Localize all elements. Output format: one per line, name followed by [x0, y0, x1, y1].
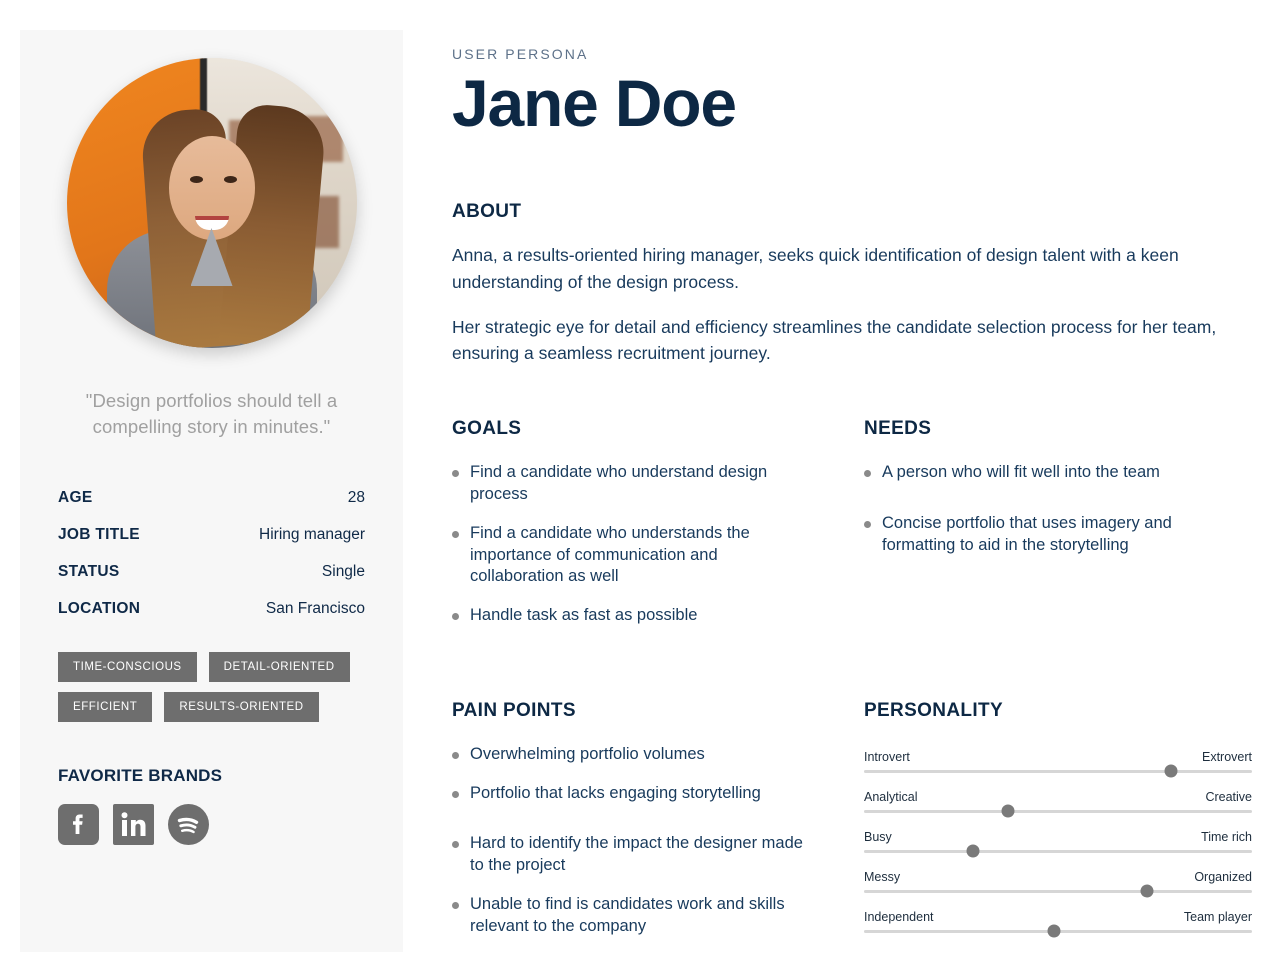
goals-section: GOALS Find a candidate who understand de…	[452, 418, 864, 644]
goals-heading: GOALS	[452, 418, 522, 440]
pain-personality-row: PAIN POINTS Overwhelming portfolio volum…	[452, 700, 1252, 955]
slider-label-left: Independent	[864, 909, 934, 924]
slider-label-left: Messy	[864, 869, 901, 884]
attribute-label: AGE	[58, 488, 93, 506]
slider-label-right: Team player	[1183, 909, 1252, 924]
trait-tag-detail-oriented[interactable]: DETAIL-ORIENTED	[208, 651, 350, 682]
attribute-label: LOCATION	[58, 599, 141, 617]
slider-label-left: Busy	[864, 829, 892, 844]
slider-track[interactable]	[864, 924, 1252, 938]
slider-knob[interactable]	[1001, 804, 1015, 818]
attribute-table: AGE 28 JOB TITLE Hiring manager STATUS S…	[58, 489, 365, 618]
personality-slider-busy-time-rich: Busy Time rich	[864, 829, 1252, 858]
slider-label-left: Analytical	[864, 789, 918, 804]
personality-slider-list: Introvert Extrovert Analytical Creative	[864, 749, 1252, 938]
personality-heading: PERSONALITY	[864, 699, 1003, 721]
personality-slider-independent-team-player: Independent Team player	[864, 909, 1252, 938]
slider-knob[interactable]	[966, 844, 980, 858]
pain-points-section: PAIN POINTS Overwhelming portfolio volum…	[452, 700, 864, 955]
needs-heading: NEEDS	[864, 418, 932, 440]
attribute-row-status: STATUS Single	[58, 563, 365, 581]
attribute-label: JOB TITLE	[58, 525, 140, 543]
needs-section: NEEDS A person who will fit well into th…	[864, 418, 1252, 644]
slider-label-right: Extrovert	[1201, 749, 1252, 764]
attribute-value: San Francisco	[265, 599, 365, 617]
slider-knob[interactable]	[1164, 764, 1178, 778]
about-heading: ABOUT	[452, 201, 522, 223]
slider-track[interactable]	[864, 884, 1252, 898]
avatar	[66, 58, 357, 348]
pain-points-list: Overwhelming portfolio volumes Portfolio…	[452, 744, 864, 938]
list-item: A person who will fit well into the team	[864, 462, 1216, 484]
attribute-value: Single	[321, 562, 365, 580]
attribute-value: 28	[347, 488, 365, 506]
persona-main-content: USER PERSONA Jane Doe ABOUT Anna, a resu…	[452, 30, 1252, 954]
slider-knob[interactable]	[1140, 884, 1154, 898]
goals-list: Find a candidate who understand design p…	[452, 462, 864, 627]
about-section: ABOUT Anna, a results-oriented hiring ma…	[452, 201, 1252, 366]
about-paragraph-1: Anna, a results-oriented hiring manager,…	[452, 245, 1179, 292]
attribute-row-job-title: JOB TITLE Hiring manager	[58, 526, 365, 544]
persona-quote: "Design portfolios should tell a compell…	[85, 390, 338, 438]
personality-slider-introvert-extrovert: Introvert Extrovert	[864, 749, 1252, 778]
list-item: Portfolio that lacks engaging storytelli…	[452, 783, 804, 805]
photo-eye-left	[189, 176, 203, 183]
facebook-icon[interactable]	[58, 803, 99, 850]
slider-label-left: Introvert	[864, 749, 910, 764]
list-item: Find a candidate who understands the imp…	[452, 523, 804, 588]
persona-sidebar-card: "Design portfolios should tell a compell…	[20, 30, 403, 952]
personality-section: PERSONALITY Introvert Extrovert Analytic…	[864, 700, 1252, 955]
pain-points-heading: PAIN POINTS	[452, 699, 576, 721]
goals-needs-row: GOALS Find a candidate who understand de…	[452, 418, 1252, 644]
slider-label-right: Organized	[1194, 869, 1252, 884]
attribute-label: STATUS	[58, 562, 120, 580]
slider-label-right: Creative	[1205, 789, 1252, 804]
needs-list: A person who will fit well into the team…	[864, 462, 1252, 556]
list-item: Concise portfolio that uses imagery and …	[864, 513, 1216, 557]
persona-page: "Design portfolios should tell a compell…	[0, 0, 1280, 975]
favorite-brands-title: FAVORITE BRANDS	[58, 765, 223, 785]
attribute-value: Hiring manager	[259, 525, 365, 543]
slider-track[interactable]	[864, 804, 1252, 818]
trait-tag-list: TIME-CONSCIOUS DETAIL-ORIENTED EFFICIENT…	[58, 651, 365, 722]
trait-tag-results-oriented[interactable]: RESULTS-ORIENTED	[164, 691, 319, 722]
page-title: Jane Doe	[452, 66, 737, 140]
avatar-container	[58, 58, 365, 348]
photo-eye-right	[223, 176, 237, 183]
list-item: Find a candidate who understand design p…	[452, 462, 804, 506]
list-item: Handle task as fast as possible	[452, 605, 804, 627]
list-item: Unable to find is candidates work and sk…	[452, 894, 804, 938]
attribute-row-age: AGE 28	[58, 489, 365, 507]
personality-slider-messy-organized: Messy Organized	[864, 869, 1252, 898]
attribute-row-location: LOCATION San Francisco	[58, 600, 365, 618]
trait-tag-time-conscious[interactable]: TIME-CONSCIOUS	[58, 651, 197, 682]
list-item: Overwhelming portfolio volumes	[452, 744, 804, 766]
slider-label-right: Time rich	[1201, 829, 1252, 844]
slider-track[interactable]	[864, 764, 1252, 778]
personality-slider-analytical-creative: Analytical Creative	[864, 789, 1252, 818]
trait-tag-efficient[interactable]: EFFICIENT	[58, 691, 153, 722]
favorite-brands-list	[58, 803, 365, 850]
list-item: Hard to identify the impact the designer…	[452, 833, 804, 877]
slider-knob[interactable]	[1047, 924, 1061, 938]
linkedin-icon[interactable]	[113, 803, 154, 850]
eyebrow-label: USER PERSONA	[452, 46, 589, 62]
slider-track[interactable]	[864, 844, 1252, 858]
about-paragraph-2: Her strategic eye for detail and efficie…	[452, 316, 1217, 364]
spotify-icon[interactable]	[168, 803, 209, 850]
